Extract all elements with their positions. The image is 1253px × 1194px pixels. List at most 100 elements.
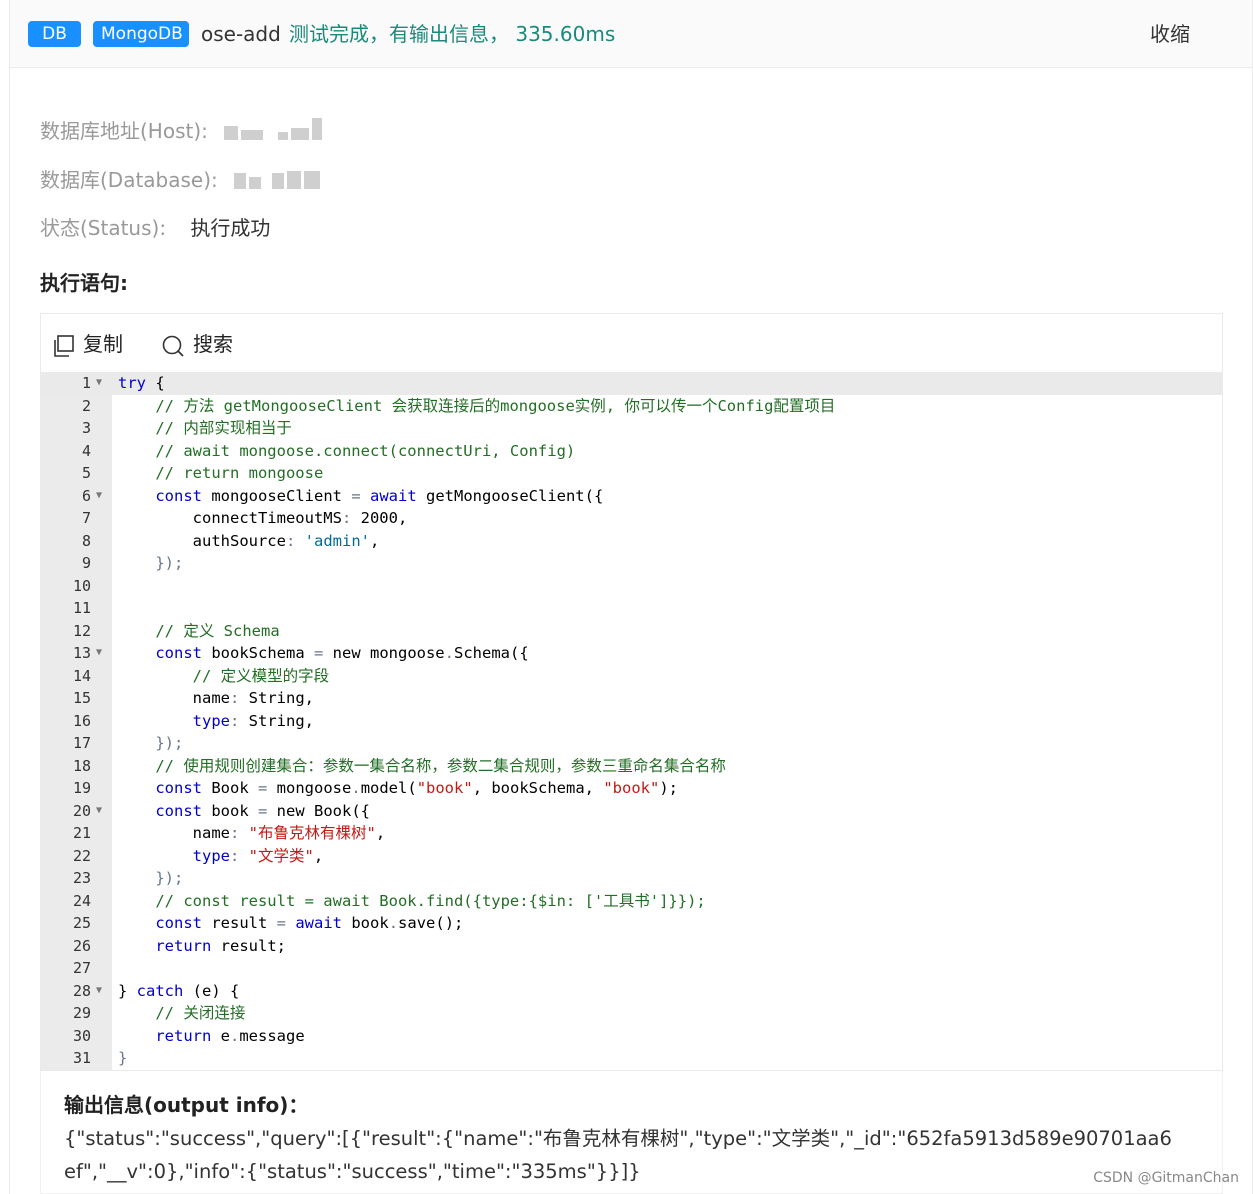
- code-line: 2 // 方法 getMongooseClient 会获取连接后的mongoos…: [41, 395, 1222, 418]
- output-title: 输出信息(output info)：: [64, 1093, 309, 1117]
- line-number: 24: [72, 891, 91, 910]
- code-line: 10: [41, 575, 1222, 598]
- code-lines: 1 ▼ try {2 // 方法 getMongooseClient 会获取连接后的…: [41, 372, 1222, 1070]
- code-line: 30 return e.message: [41, 1025, 1222, 1048]
- fold-toggle-icon[interactable]: ▼: [96, 642, 102, 665]
- code-line: 8 authSource: 'admin',: [41, 530, 1222, 553]
- editor-toolbar: 复制 搜索: [41, 314, 1222, 372]
- line-number: 26: [72, 936, 91, 955]
- line-number: 6: [81, 486, 91, 505]
- fold-toggle-icon[interactable]: ▼: [96, 372, 102, 395]
- code-text: // 内部实现相当于: [118, 419, 292, 437]
- host-row: 数据库地址(Host):: [40, 117, 325, 147]
- code-line: 16 type: String,: [41, 710, 1222, 733]
- output-body: {"status":"success","query":[{"result":{…: [64, 1127, 1172, 1183]
- code-line: 3 // 内部实现相当于: [41, 417, 1222, 440]
- line-number: 10: [72, 576, 91, 595]
- code-text: authSource: 'admin',: [118, 531, 380, 550]
- code-text: const book = new Book({: [155, 801, 370, 820]
- line-number: 9: [81, 554, 91, 572]
- line-number: 7: [81, 509, 91, 527]
- line-number: 22: [72, 846, 91, 865]
- line-number: 14: [72, 666, 91, 685]
- copy-button[interactable]: 复制: [51, 330, 123, 358]
- line-number: 1: [81, 374, 91, 392]
- code-line: 14 // 定义模型的字段: [41, 665, 1222, 688]
- code-text: type: String,: [192, 711, 314, 730]
- panel-header: DB MongoDB ose-add 测试完成，有输出信息， 335.60ms …: [10, 0, 1252, 68]
- code-text: return e.message: [155, 1026, 305, 1045]
- status-value: 执行成功: [190, 216, 271, 240]
- code-line: 26 return result;: [41, 935, 1222, 958]
- code-text: const Book = mongoose.model("book", book…: [155, 779, 679, 797]
- code-editor[interactable]: 复制 搜索 1 ▼ try {2 // 方法 getMongooseClient 会…: [40, 313, 1223, 1071]
- code-line: 19 const Book = mongoose.model("book", b…: [41, 777, 1222, 800]
- code-line: 13 ▼ const bookSchema = new mongoose.Sche…: [41, 642, 1222, 665]
- host-label: 数据库地址(Host):: [40, 119, 208, 143]
- statement-section-title: 执行语句:: [40, 271, 128, 295]
- line-number: 4: [81, 441, 91, 460]
- line-number: 29: [72, 1004, 91, 1022]
- database-label: 数据库(Database):: [40, 168, 218, 192]
- output-info-panel: 输出信息(output info)： {"status":"success","…: [40, 1071, 1223, 1194]
- code-line: 5 // return mongoose: [41, 462, 1222, 485]
- code-line: 31}: [41, 1047, 1222, 1070]
- code-line: 21 name: "布鲁克林有棵树",: [41, 822, 1222, 845]
- search-label: 搜索: [193, 332, 233, 356]
- collapse-button[interactable]: 收缩: [1150, 20, 1190, 48]
- copy-icon: [54, 334, 74, 357]
- code-area[interactable]: 1 ▼ try {2 // 方法 getMongooseClient 会获取连接后的…: [41, 372, 1222, 1070]
- search-button[interactable]: 搜索: [161, 330, 233, 358]
- code-line: 27: [41, 957, 1222, 980]
- host-value-redacted: [224, 118, 325, 147]
- line-number: 18: [72, 756, 91, 775]
- code-text: const bookSchema = new mongoose.Schema({: [155, 644, 529, 662]
- code-line: 1 ▼ try {: [41, 372, 1222, 395]
- code-line: 29 // 关闭连接: [41, 1002, 1222, 1025]
- code-text: // 定义模型的字段: [118, 666, 330, 685]
- code-text: } catch (e) {: [118, 981, 240, 1000]
- code-line: 4 // await mongoose.connect(connectUri, …: [41, 440, 1222, 463]
- watermark: CSDN @GitmanChan: [1093, 1170, 1239, 1186]
- fold-toggle-icon[interactable]: ▼: [96, 485, 102, 508]
- code-text: }: [118, 1049, 128, 1067]
- line-number: 2: [81, 396, 91, 415]
- code-text: return result;: [155, 936, 286, 955]
- code-text: // await mongoose.connect(connectUri, Co…: [118, 441, 576, 460]
- line-number: 25: [72, 914, 91, 932]
- code-text: // const result = await Book.find({type:…: [118, 891, 706, 910]
- database-value-redacted: [234, 168, 323, 196]
- copy-label: 复制: [83, 332, 123, 356]
- code-line: 28 ▼} catch (e) {: [41, 980, 1222, 1003]
- line-number: 13: [72, 644, 91, 662]
- search-icon: [162, 335, 184, 357]
- code-line: 7 connectTimeoutMS: 2000,: [41, 507, 1222, 530]
- db-tag: DB: [28, 21, 81, 47]
- line-number: 17: [72, 734, 91, 752]
- code-line: 15 name: String,: [41, 687, 1222, 710]
- code-line: 22 type: "文学类",: [41, 845, 1222, 868]
- line-number: 12: [72, 621, 91, 640]
- line-number: 19: [72, 779, 91, 797]
- fold-toggle-icon[interactable]: ▼: [96, 800, 102, 823]
- mongodb-tag: MongoDB: [93, 21, 189, 47]
- code-line: 11: [41, 597, 1222, 620]
- code-text: const mongooseClient = await getMongoose…: [155, 486, 604, 505]
- code-line: 17 });: [41, 732, 1222, 755]
- code-line: 20 ▼ const book = new Book({: [41, 800, 1222, 823]
- code-line: 9 });: [41, 552, 1222, 575]
- status-row: 状态(Status): 执行成功: [40, 214, 270, 242]
- line-number: 16: [72, 711, 91, 730]
- code-text: });: [118, 734, 184, 752]
- line-number: 15: [72, 689, 91, 707]
- line-number: 3: [81, 419, 91, 437]
- line-number: 27: [72, 959, 91, 977]
- code-text: const result = await book.save();: [155, 914, 464, 932]
- code-text: connectTimeoutMS: 2000,: [118, 509, 408, 527]
- code-text: // 使用规则创建集合：参数一集合名称，参数二集合规则，参数三重命名集合名称: [118, 756, 726, 775]
- query-name: ose-add: [201, 22, 281, 46]
- fold-toggle-icon[interactable]: ▼: [96, 980, 102, 1003]
- code-text: // 关闭连接: [118, 1004, 246, 1022]
- database-row: 数据库(Database):: [40, 166, 323, 196]
- code-line: 18 // 使用规则创建集合：参数一集合名称，参数二集合规则，参数三重命名集合名…: [41, 755, 1222, 778]
